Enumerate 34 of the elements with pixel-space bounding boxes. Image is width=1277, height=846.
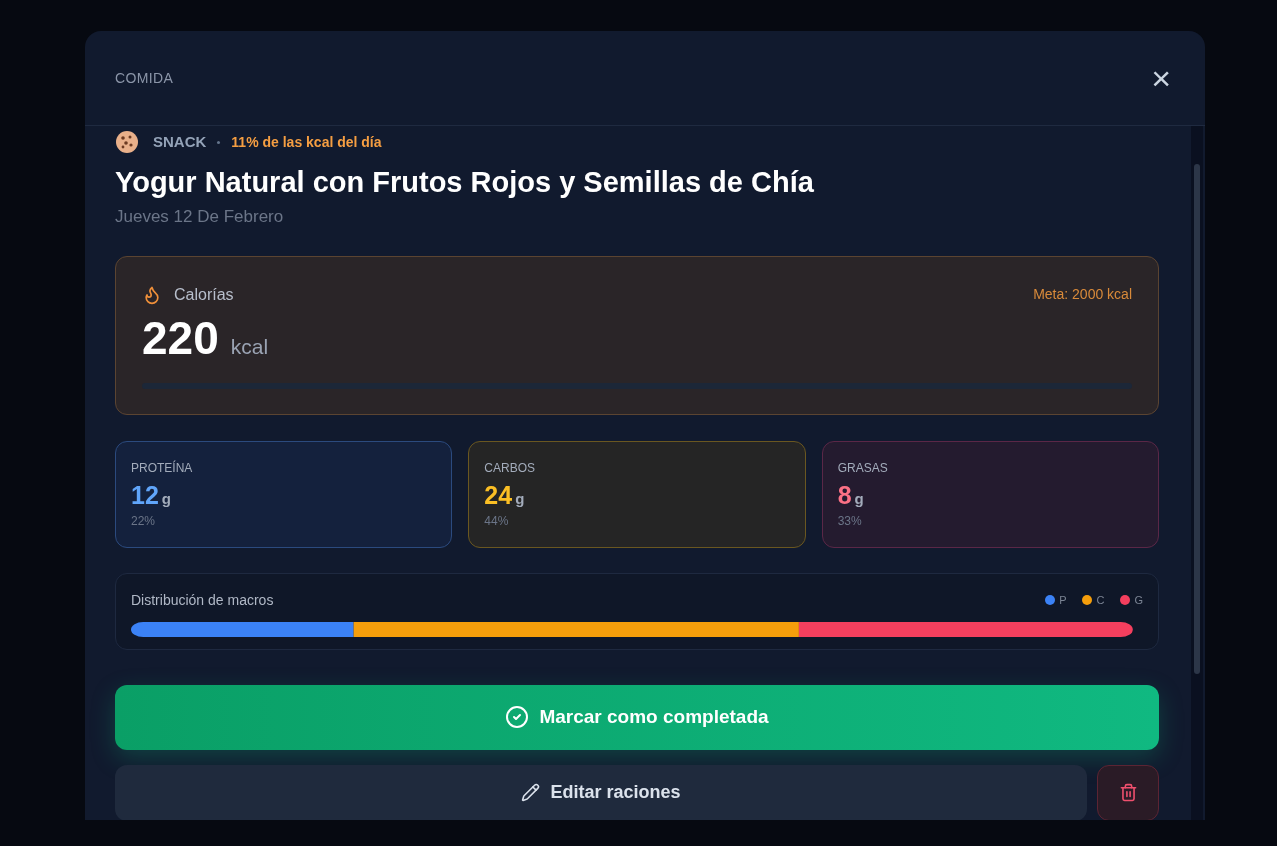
meal-date: Jueves 12 De Febrero [115,206,285,228]
distribution-title: Distribución de macros [131,590,274,610]
macro-unit: g [854,488,864,509]
macro-percent: 33% [837,513,863,530]
macro-label: GRASAS [837,459,889,477]
calorie-goal: Meta: 2000 kcal [1033,285,1132,304]
legend-label: C [1096,592,1105,608]
calorie-unit: kcal [230,333,269,360]
macro-unit: g [161,488,171,509]
trash-icon [1118,783,1138,802]
edit-portions-button[interactable]: Editar raciones [115,764,1087,820]
legend-label: P [1059,592,1067,608]
macro-value: 12 [131,480,159,509]
scrollbar-thumb[interactable] [1194,164,1200,674]
macro-value: 24 [484,480,513,509]
delete-button[interactable] [1097,764,1159,820]
macro-label: PROTEÍNA [131,459,194,477]
meal-type: SNACK [153,131,207,152]
macro-label: CARBOS [484,459,536,477]
pencil-icon [521,783,541,802]
macro-percent: 22% [131,513,157,530]
meal-title: Yogur Natural con Frutos Rojos y Semillas de Chía [115,165,815,200]
close-button[interactable]: × [1147,61,1175,95]
flame-icon [142,284,162,305]
daily-kcal-share: 11% de las kcal del día [231,132,382,152]
modal-title: COMIDA [115,68,174,88]
macro-percent: 44% [484,513,510,530]
check-circle-icon [505,705,530,729]
macro-unit: g [515,488,525,509]
legend-label: G [1134,592,1143,608]
calorie-value: 220 [142,310,219,365]
calories-label: Calorías [174,284,234,305]
cookie-icon [115,130,139,154]
macro-value: 8 [837,480,852,509]
